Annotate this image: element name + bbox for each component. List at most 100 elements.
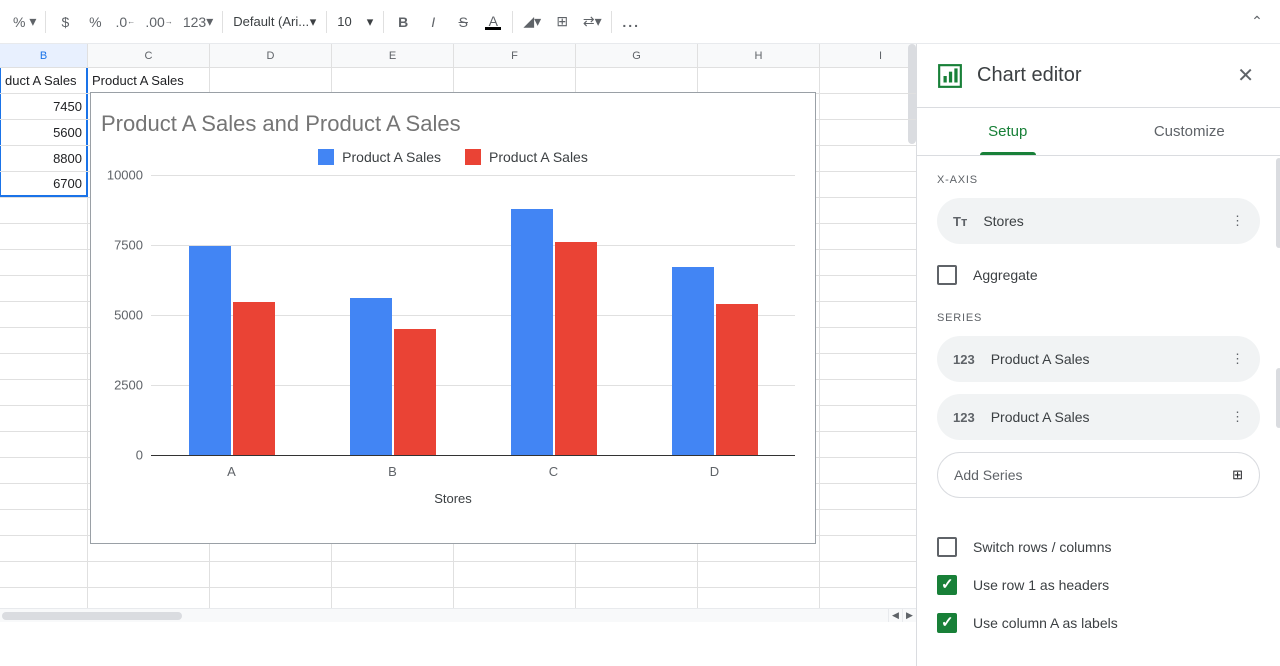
increase-decimal-button[interactable]: .00→ [140, 7, 177, 37]
spreadsheet-area[interactable]: B C D E F G H I duct A SalesProduct A Sa… [0, 44, 916, 622]
cell[interactable] [0, 432, 88, 457]
cell[interactable] [820, 562, 916, 587]
aggregate-checkbox[interactable] [937, 265, 957, 285]
cell[interactable] [820, 484, 916, 509]
use-row1-checkbox[interactable] [937, 575, 957, 595]
cell[interactable] [0, 458, 88, 483]
cell[interactable]: 6700 [0, 172, 88, 197]
column-header-d[interactable]: D [210, 44, 332, 67]
cell[interactable] [0, 406, 88, 431]
cell[interactable] [0, 250, 88, 275]
chart-object[interactable]: Product A Sales and Product A Sales Prod… [90, 92, 816, 544]
cell[interactable] [820, 172, 916, 197]
cell[interactable] [88, 562, 210, 587]
cell[interactable] [0, 380, 88, 405]
cell[interactable] [820, 250, 916, 275]
percent-button[interactable]: % [80, 7, 110, 37]
cell[interactable] [576, 68, 698, 93]
cell[interactable] [820, 354, 916, 379]
column-header-h[interactable]: H [698, 44, 820, 67]
add-series-button[interactable]: Add Series ⊞ [937, 452, 1260, 498]
merge-cells-button[interactable]: ⇄▾ [577, 7, 607, 37]
font-family-select[interactable]: Default (Ari...▾ [227, 8, 322, 36]
cell[interactable] [820, 432, 916, 457]
cell[interactable] [820, 302, 916, 327]
cell[interactable] [0, 302, 88, 327]
cell[interactable] [0, 484, 88, 509]
panel-scrollbar[interactable] [1276, 108, 1280, 666]
close-panel-button[interactable]: ✕ [1231, 57, 1260, 94]
cell[interactable] [0, 198, 88, 223]
tab-setup[interactable]: Setup [917, 108, 1099, 155]
cell[interactable] [576, 562, 698, 587]
xaxis-selector[interactable]: Tᴛ Stores ⋮ [937, 198, 1260, 244]
use-colA-checkbox[interactable] [937, 613, 957, 633]
cell[interactable] [820, 510, 916, 535]
cell[interactable] [820, 406, 916, 431]
text-color-button[interactable]: A [478, 7, 508, 37]
series-1-selector[interactable]: 123 Product A Sales ⋮ [937, 336, 1260, 382]
tab-customize[interactable]: Customize [1099, 108, 1280, 155]
decrease-decimal-button[interactable]: .0← [110, 7, 140, 37]
fill-color-button[interactable]: ◢▾ [517, 7, 547, 37]
cell[interactable] [454, 562, 576, 587]
cell[interactable] [0, 536, 88, 561]
use-row1-headers-row[interactable]: Use row 1 as headers [937, 566, 1260, 604]
cell[interactable] [0, 510, 88, 535]
cell[interactable] [820, 68, 916, 93]
more-toolbar-button[interactable]: ... [616, 7, 646, 37]
more-vert-icon[interactable]: ⋮ [1231, 409, 1244, 425]
column-header-b[interactable]: B [0, 44, 88, 67]
column-header-c[interactable]: C [88, 44, 210, 67]
cell[interactable]: 5600 [0, 120, 88, 145]
cell[interactable]: 8800 [0, 146, 88, 171]
column-header-f[interactable]: F [454, 44, 576, 67]
strikethrough-button[interactable]: S [448, 7, 478, 37]
cell[interactable] [0, 562, 88, 587]
cell[interactable] [0, 354, 88, 379]
cell[interactable] [210, 68, 332, 93]
cell[interactable] [820, 146, 916, 171]
cell[interactable] [820, 224, 916, 249]
more-formats-button[interactable]: 123▾ [178, 7, 218, 37]
cell[interactable] [698, 68, 820, 93]
cell[interactable] [0, 224, 88, 249]
italic-button[interactable]: I [418, 7, 448, 37]
cell[interactable]: Product A Sales [88, 68, 210, 93]
bold-button[interactable]: B [388, 7, 418, 37]
percent-format-button[interactable]: % ▾ [8, 7, 41, 37]
cell[interactable] [332, 68, 454, 93]
cell[interactable] [820, 536, 916, 561]
currency-format-button[interactable]: $ [50, 7, 80, 37]
cell[interactable] [698, 562, 820, 587]
more-vert-icon[interactable]: ⋮ [1231, 213, 1244, 229]
cell[interactable]: 7450 [0, 94, 88, 119]
cell[interactable]: duct A Sales [0, 68, 88, 93]
font-size-select[interactable]: 10▾ [331, 8, 379, 36]
more-vert-icon[interactable]: ⋮ [1231, 351, 1244, 367]
switch-rows-cols-checkbox[interactable] [937, 537, 957, 557]
collapse-toolbar-button[interactable]: ⌃ [1242, 7, 1272, 37]
cell[interactable] [210, 562, 332, 587]
cell[interactable] [820, 276, 916, 301]
horizontal-scrollbar[interactable]: ◀▶ [0, 608, 916, 622]
switch-rows-cols-row[interactable]: Switch rows / columns [937, 528, 1260, 566]
cell[interactable] [820, 458, 916, 483]
column-header-e[interactable]: E [332, 44, 454, 67]
column-header-i[interactable]: I [820, 44, 916, 67]
cell[interactable] [332, 562, 454, 587]
grid-select-icon[interactable]: ⊞ [1232, 467, 1243, 483]
cell[interactable] [820, 328, 916, 353]
cell[interactable] [820, 94, 916, 119]
cell[interactable] [820, 380, 916, 405]
borders-button[interactable]: ⊞ [547, 7, 577, 37]
cell[interactable] [454, 68, 576, 93]
use-colA-labels-row[interactable]: Use column A as labels [937, 604, 1260, 642]
column-header-g[interactable]: G [576, 44, 698, 67]
cell[interactable] [0, 328, 88, 353]
series-2-selector[interactable]: 123 Product A Sales ⋮ [937, 394, 1260, 440]
aggregate-checkbox-row[interactable]: Aggregate [937, 256, 1260, 294]
cell[interactable] [820, 198, 916, 223]
cell[interactable] [820, 120, 916, 145]
cell[interactable] [0, 276, 88, 301]
